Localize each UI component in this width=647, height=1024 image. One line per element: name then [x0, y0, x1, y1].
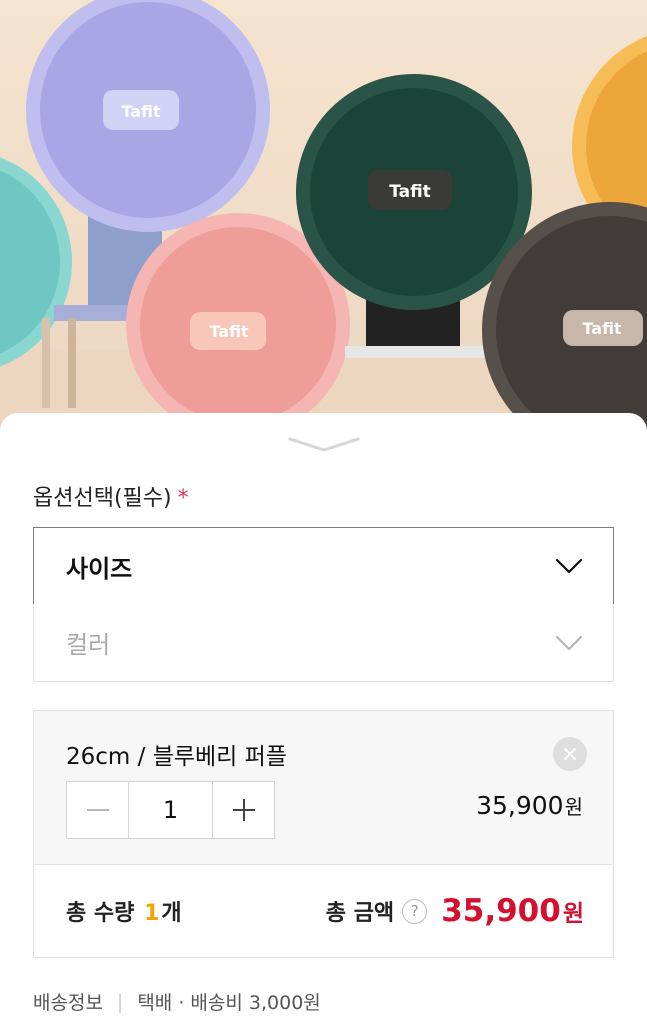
collapse-sheet-handle[interactable] [286, 433, 362, 455]
product-photo-wheels: Tafit Tafit Tafit Tafit [0, 0, 647, 430]
option-bottom-sheet: 옵션선택(필수) * 사이즈 컬러 26cm / 블루베리 퍼플 1 35,90… [0, 413, 647, 1024]
quantity-stepper: 1 [66, 781, 275, 839]
selected-option-name: 26cm / 블루베리 퍼플 [66, 744, 287, 770]
decrease-quantity-button[interactable] [67, 782, 128, 838]
order-totals: 총 수량 1개 총 금액 ? 35,900원 [34, 864, 612, 957]
svg-text:Tafit: Tafit [209, 322, 249, 341]
color-select[interactable]: 컬러 [33, 604, 614, 682]
page: Tafit Tafit Tafit Tafit 옵션선택(필수) * 사이즈 컬… [0, 0, 647, 1024]
delivery-details: 택배 · 배송비 3,000원 [137, 992, 321, 1014]
option-price: 35,900원 [476, 791, 583, 820]
remove-option-button[interactable] [553, 737, 587, 771]
minus-icon [86, 809, 109, 811]
option-select-title: 옵션선택(필수) * [33, 480, 189, 512]
required-mark: * [177, 486, 189, 511]
total-quantity-unit: 개 [161, 901, 182, 926]
chevron-down-icon [555, 558, 583, 574]
size-select-label: 사이즈 [66, 554, 133, 583]
total-quantity-label: 총 수량 [66, 901, 135, 926]
svg-text:Tafit: Tafit [389, 182, 431, 202]
svg-text:Tafit: Tafit [582, 319, 622, 338]
help-icon[interactable]: ? [402, 898, 428, 924]
total-quantity: 총 수량 1개 [66, 895, 326, 927]
total-quantity-value: 1 [144, 901, 160, 926]
delivery-info: 배송정보 | 택배 · 배송비 3,000원 [33, 988, 321, 1015]
quantity-value[interactable]: 1 [128, 782, 213, 838]
delivery-divider: | [116, 990, 124, 1013]
selected-option-card: 26cm / 블루베리 퍼플 1 35,900원 총 수량 1개 총 금액 ? … [33, 710, 614, 958]
total-amount: 35,900원 [441, 893, 584, 929]
total-amount-currency: 원 [562, 901, 584, 927]
color-select-label: 컬러 [66, 631, 111, 659]
total-amount-label: 총 금액 [325, 901, 395, 926]
close-icon [564, 748, 576, 760]
option-price-currency: 원 [564, 795, 583, 819]
product-image: Tafit Tafit Tafit Tafit [0, 0, 647, 430]
option-price-value: 35,900 [476, 791, 564, 820]
option-title-text: 옵션선택(필수) [33, 486, 172, 511]
chevron-down-icon [288, 437, 360, 452]
increase-quantity-button[interactable] [213, 782, 274, 838]
total-amount-value: 35,900 [441, 893, 561, 929]
brand-label-purple: Tafit [121, 102, 161, 121]
plus-icon [232, 799, 255, 821]
chevron-down-icon [555, 635, 583, 650]
size-select[interactable]: 사이즈 [33, 527, 614, 605]
delivery-label: 배송정보 [33, 992, 103, 1014]
